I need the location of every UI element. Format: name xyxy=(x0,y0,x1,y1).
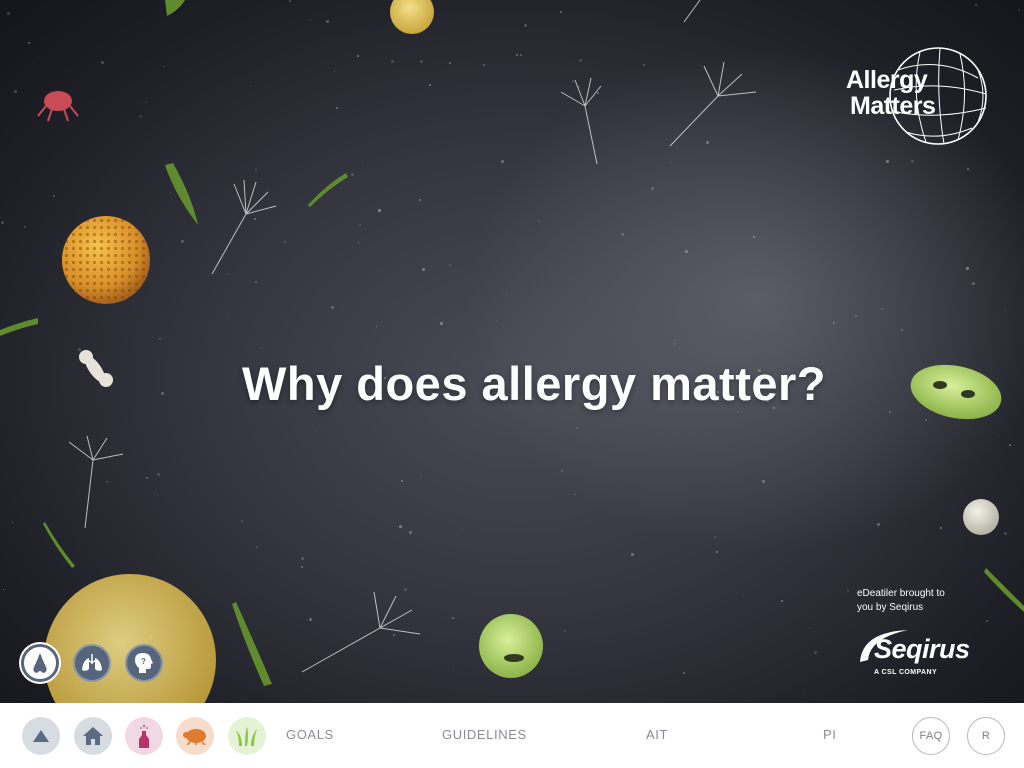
nav-ait-link[interactable]: AIT xyxy=(646,727,668,742)
nav-goals-link[interactable]: GOALS xyxy=(286,727,334,742)
nav-grass-button[interactable] xyxy=(228,717,266,755)
nav-up-button[interactable] xyxy=(22,717,60,755)
brand-line2: Matters xyxy=(850,92,936,120)
dust-mite xyxy=(37,91,79,122)
lungs-icon xyxy=(82,654,102,671)
grass-icon xyxy=(236,726,257,746)
dust-mite-icon xyxy=(183,729,206,745)
nav-r-button[interactable]: R xyxy=(967,717,1005,755)
hero-stage: Why does allergy matter? Allergy Matters… xyxy=(0,0,1024,703)
brand-line1: Allergy xyxy=(846,66,928,94)
pollen-grain-green-small xyxy=(479,614,543,678)
nose-icon xyxy=(33,653,47,673)
allergy-matters-logo: Allergy Matters xyxy=(838,40,992,156)
pollen-bottle-icon xyxy=(139,725,149,748)
home-icon xyxy=(83,727,103,745)
dandelion-seeds xyxy=(68,0,757,673)
pollen-grain-blurred xyxy=(44,574,216,703)
nose-button[interactable] xyxy=(21,644,59,682)
pollen-grain-spiky xyxy=(390,0,434,34)
nav-pi-link[interactable]: PI xyxy=(823,727,836,742)
head-question-button[interactable]: ? xyxy=(125,644,163,682)
sponsor-credit: eDeatiler brought to you by Seqirus xyxy=(857,587,967,615)
head-question-icon: ? xyxy=(135,653,153,673)
pollen-grain-orange xyxy=(62,216,150,304)
seqirus-logo: Seqirus A CSL COMPANY xyxy=(856,626,974,680)
nav-home-button[interactable] xyxy=(74,717,112,755)
up-arrow-icon xyxy=(33,730,49,742)
nav-pollen-button[interactable] xyxy=(125,717,163,755)
credit-line2: you by Seqirus xyxy=(857,602,924,613)
nav-faq-button[interactable]: FAQ xyxy=(912,717,950,755)
svg-text:?: ? xyxy=(141,657,146,666)
seqirus-wordmark: Seqirus xyxy=(874,634,970,664)
lungs-button[interactable] xyxy=(73,644,111,682)
credit-line1: eDeatiler brought to xyxy=(857,588,945,599)
nav-mite-button[interactable] xyxy=(176,717,214,755)
page-headline: Why does allergy matter? xyxy=(242,357,826,410)
spore-ball xyxy=(963,499,999,535)
nav-guidelines-link[interactable]: GUIDELINES xyxy=(442,727,527,742)
seqirus-tagline: A CSL COMPANY xyxy=(874,669,938,676)
bottom-nav: GOALS GUIDELINES AIT PI FAQ R xyxy=(0,703,1024,768)
